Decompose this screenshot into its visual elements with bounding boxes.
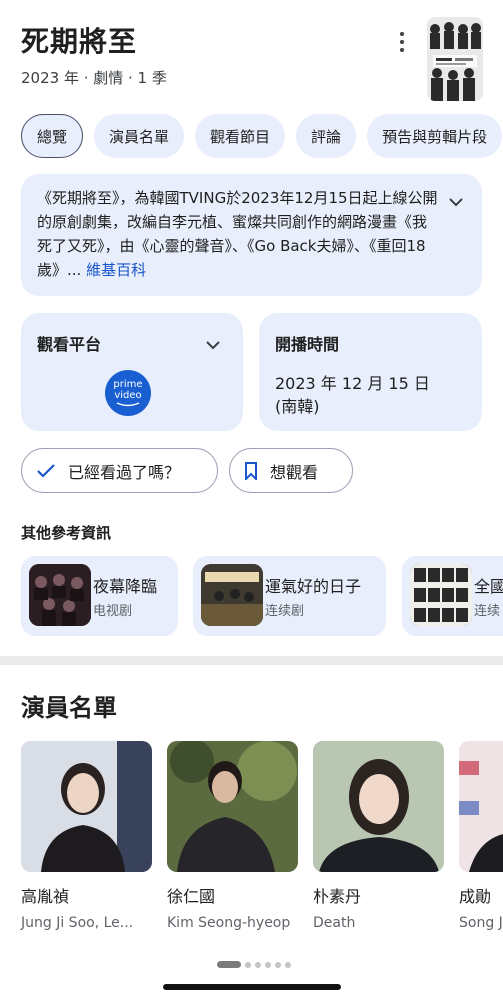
premiere-title: 開播時間 <box>275 335 340 354</box>
carousel-pagination <box>217 961 291 968</box>
cast-member[interactable]: 高胤禎 Jung Ji Soo, Le... <box>21 741 152 931</box>
related-title: 夜幕降臨 <box>93 577 158 596</box>
cast-member[interactable]: 朴素丹 Death <box>313 741 444 931</box>
related-type: 电视剧 <box>93 604 133 619</box>
tab-cast[interactable]: 演員名單 <box>94 114 185 158</box>
want-to-watch-label: 想觀看 <box>270 462 319 482</box>
cast-heading: 演員名單 <box>21 694 117 722</box>
home-indicator[interactable] <box>163 984 341 990</box>
watched-label: 已經看過了嗎？ <box>68 462 181 482</box>
watched-button[interactable]: 已經看過了嗎？ <box>21 448 218 493</box>
related-thumbnail <box>29 564 91 626</box>
cast-role: Jung Ji Soo, Le... <box>21 915 134 931</box>
more-options-icon[interactable] <box>392 30 412 54</box>
watch-provider-card[interactable]: 觀看平台 prime video <box>21 313 243 431</box>
cast-name: 朴素丹 <box>313 887 362 906</box>
chevron-down-icon[interactable] <box>205 335 221 354</box>
tab-bar: 總覽 演員名單 觀看節目 評論 預告與剪輯片段 <box>21 114 503 160</box>
related-type: 连续剧 <box>265 604 305 619</box>
cast-role: Death <box>313 915 356 931</box>
want-to-watch-button[interactable]: 想觀看 <box>229 448 353 493</box>
related-thumbnail <box>410 564 472 626</box>
related-title: 運氣好的日子 <box>265 577 362 596</box>
cast-photo <box>21 741 152 872</box>
chevron-down-icon[interactable] <box>448 190 464 214</box>
wikipedia-link[interactable]: 維基百科 <box>86 261 146 279</box>
summary-card[interactable]: 《死期將至》，為韓國TVING於2023年12月15日起上線公開的原創劇集，改編… <box>21 174 482 296</box>
related-title: 全國 <box>474 577 503 596</box>
section-divider <box>0 656 503 665</box>
watch-provider-title: 觀看平台 <box>37 335 102 354</box>
cast-photo <box>313 741 444 872</box>
premiere-date-card: 開播時間 2023 年 12 月 15 日 (南韓) <box>259 313 482 431</box>
poster-image[interactable] <box>427 17 483 101</box>
prime-video-logo[interactable]: prime video <box>105 370 151 416</box>
premiere-date: 2023 年 12 月 15 日 (南韓) <box>275 374 430 416</box>
cast-name: 徐仁國 <box>167 887 216 906</box>
related-item[interactable]: 運氣好的日子 连续剧 <box>193 556 386 636</box>
cast-role: Kim Seong-hyeop <box>167 915 291 931</box>
cast-name: 高胤禎 <box>21 887 70 906</box>
tab-overview[interactable]: 總覽 <box>21 114 84 158</box>
related-type: 连续 <box>474 604 501 619</box>
related-heading: 其他參考資訊 <box>21 524 112 542</box>
cast-photo <box>459 741 503 872</box>
related-item[interactable]: 夜幕降臨 电视剧 <box>21 556 178 636</box>
cast-name: 成勛 <box>459 887 492 906</box>
cast-member[interactable]: 徐仁國 Kim Seong-hyeop <box>167 741 298 931</box>
page-title: 死期將至 <box>21 25 138 58</box>
bookmark-icon <box>244 461 258 480</box>
tab-where-to-watch[interactable]: 觀看節目 <box>195 114 286 158</box>
tab-reviews[interactable]: 評論 <box>296 114 357 158</box>
cast-member[interactable]: 成勛 Song J <box>459 741 503 931</box>
checkmark-icon <box>36 463 56 479</box>
tab-trailers[interactable]: 預告與剪輯片段 <box>367 114 503 158</box>
related-item[interactable]: 全國 连续 <box>402 556 503 636</box>
related-thumbnail <box>201 564 263 626</box>
cast-role: Song J <box>459 915 503 931</box>
page-subtitle: 2023 年 · 劇情 · 1 季 <box>21 69 167 87</box>
cast-photo <box>167 741 298 872</box>
